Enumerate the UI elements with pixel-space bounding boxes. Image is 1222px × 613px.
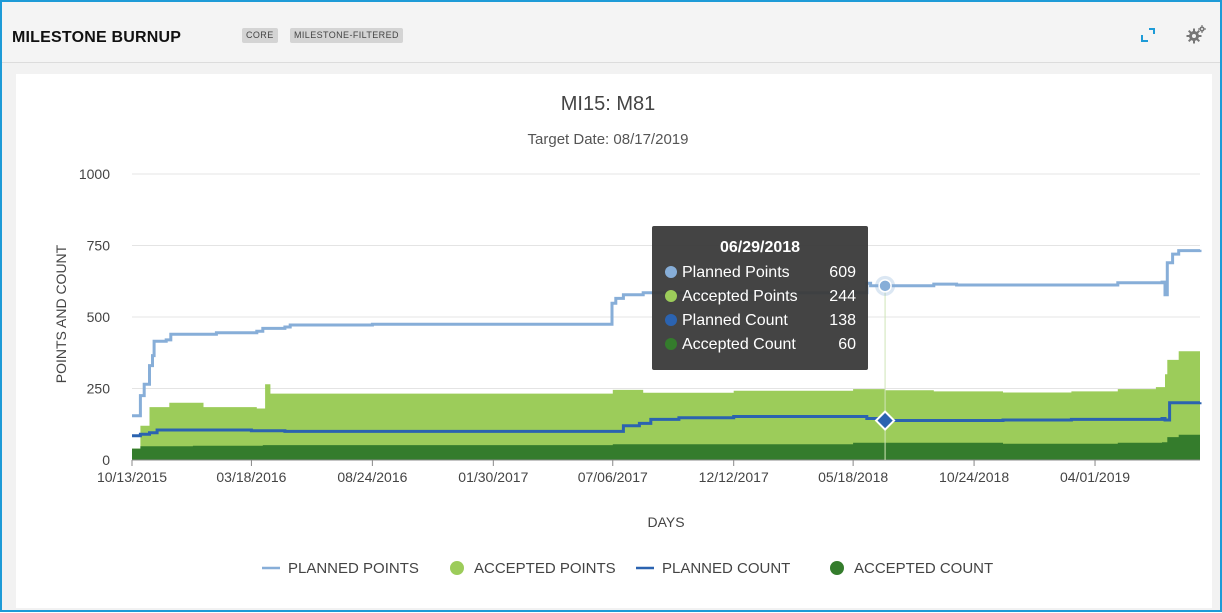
tooltip-swatch: [665, 266, 677, 278]
y-tick-label: 750: [87, 238, 111, 254]
tooltip: 06/29/2018 Planned Points 609 Accepted Poin…: [652, 226, 868, 370]
tag-core[interactable]: CORE: [242, 28, 278, 43]
tooltip-label: Planned Points: [682, 264, 790, 281]
legend-label-accepted-count: ACCEPTED COUNT: [854, 560, 993, 577]
x-tick-label: 03/18/2016: [216, 469, 286, 485]
tooltip-date: 06/29/2018: [720, 239, 800, 256]
tooltip-swatch: [665, 290, 677, 302]
legend: PLANNED POINTS ACCEPTED POINTS PLANNED COU…: [262, 560, 993, 577]
x-tick-label: 04/01/2019: [1060, 469, 1130, 485]
x-tick-label: 07/06/2017: [578, 469, 648, 485]
tag-milestone-filtered[interactable]: MILESTONE-FILTERED: [290, 28, 403, 43]
widget-title: MILESTONE BURNUP: [12, 29, 182, 46]
tooltip-value: 60: [838, 336, 856, 353]
x-axis: 10/13/2015 03/18/2016 08/24/2016 01/30/2017…: [97, 459, 1200, 485]
tooltip-label: Accepted Count: [682, 336, 796, 353]
expand-icon[interactable]: [1137, 24, 1159, 46]
tooltip-value: 138: [829, 312, 856, 329]
legend-label-accepted-points: ACCEPTED POINTS: [474, 560, 616, 577]
legend-label-planned-points: PLANNED POINTS: [288, 560, 419, 577]
x-tick-label: 05/18/2018: [818, 469, 888, 485]
highlight-point-planned-points: [878, 279, 892, 293]
tooltip-label: Accepted Points: [682, 288, 798, 305]
x-tick-label: 08/24/2016: [337, 469, 407, 485]
tooltip-value: 244: [829, 288, 856, 305]
y-tick-label: 250: [87, 381, 111, 397]
legend-swatch-accepted-points: [450, 561, 464, 575]
x-tick-label: 10/13/2015: [97, 469, 167, 485]
widget-header: MILESTONE BURNUP CORE MILESTONE-FILTERED: [2, 2, 1220, 63]
tooltip-label: Planned Count: [682, 312, 788, 329]
burnup-chart: MI15: M81 Target Date: 08/17/2019 0 250 50…: [53, 93, 1202, 577]
legend-label-planned-count: PLANNED COUNT: [662, 560, 790, 577]
x-axis-label: DAYS: [647, 514, 684, 530]
chart-subtitle: Target Date: 08/17/2019: [528, 131, 689, 148]
x-tick-label: 10/24/2018: [939, 469, 1009, 485]
milestone-burnup-widget: MILESTONE BURNUP CORE MILESTONE-FILTERED: [0, 0, 1222, 612]
y-tick-label: 1000: [79, 166, 110, 182]
gear-icon[interactable]: [1185, 24, 1207, 46]
x-tick-label: 12/12/2017: [699, 469, 769, 485]
legend-swatch-accepted-count: [830, 561, 844, 575]
chart-title: MI15: M81: [561, 93, 655, 115]
y-tick-label: 500: [87, 309, 111, 325]
y-tick-label: 0: [102, 452, 110, 468]
y-axis-label: POINTS AND COUNT: [53, 244, 69, 383]
x-tick-label: 01/30/2017: [458, 469, 528, 485]
tooltip-swatch: [665, 314, 677, 326]
tooltip-value: 609: [829, 264, 856, 281]
tooltip-swatch: [665, 338, 677, 350]
y-axis-ticks: 0 250 500 750 1000: [79, 166, 110, 468]
chart-panel: MI15: M81 Target Date: 08/17/2019 0 250 50…: [16, 74, 1212, 608]
